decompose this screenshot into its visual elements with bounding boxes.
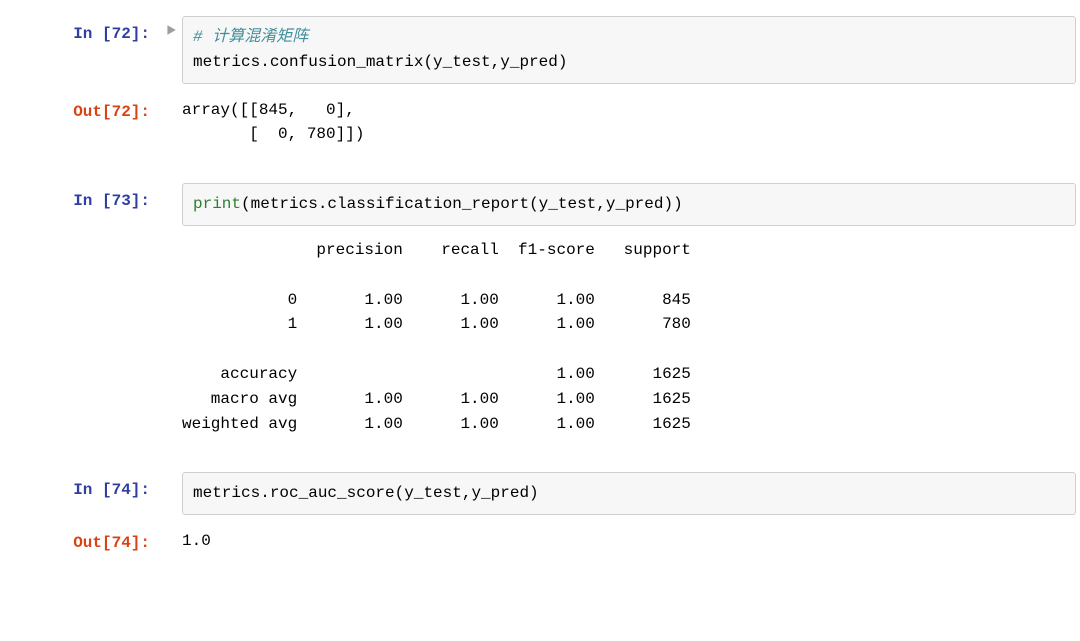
cell-73-input-row: In [73]: print(metrics.classification_re… [0, 183, 1080, 226]
code-rest: (metrics.classification_report(y_test,y_… [241, 195, 683, 213]
cell-74-output-row: Out[74]: 1.0 [0, 525, 1080, 561]
output-gutter [160, 525, 182, 531]
output-gutter [160, 94, 182, 100]
code-fn: print [193, 195, 241, 213]
prompt-out-74: Out[74]: [0, 525, 160, 561]
code-editor-72[interactable]: # 计算混淆矩阵 metrics.confusion_matrix(y_test… [182, 16, 1076, 84]
cell-74-input-row: In [74]: metrics.roc_auc_score(y_test,y_… [0, 472, 1080, 515]
code-line: metrics.confusion_matrix(y_test,y_pred) [193, 53, 567, 71]
output-text-72: array([[845, 0], [ 0, 780]]) [182, 94, 1080, 152]
output-text-73: precision recall f1-score support 0 1.00… [182, 234, 1080, 440]
prompt-in-73: In [73]: [0, 183, 160, 219]
cell-spacer [0, 440, 1080, 466]
prompt-in-74: In [74]: [0, 472, 160, 508]
prompt-in-72: In [72]: [0, 16, 160, 52]
code-line: metrics.roc_auc_score(y_test,y_pred) [193, 484, 539, 502]
code-editor-73[interactable]: print(metrics.classification_report(y_te… [182, 183, 1076, 226]
input-gutter [160, 183, 182, 189]
cell-73-output-row: precision recall f1-score support 0 1.00… [0, 234, 1080, 440]
run-cell-button[interactable] [160, 16, 182, 36]
input-gutter [160, 472, 182, 478]
cell-72-input-row: In [72]: # 计算混淆矩阵 metrics.confusion_matr… [0, 16, 1080, 84]
play-icon [165, 24, 177, 36]
code-comment: # 计算混淆矩阵 [193, 28, 308, 46]
prompt-out-72: Out[72]: [0, 94, 160, 130]
output-gutter [160, 234, 182, 240]
cell-spacer [0, 151, 1080, 177]
cell-72-output-row: Out[72]: array([[845, 0], [ 0, 780]]) [0, 94, 1080, 152]
output-text-74: 1.0 [182, 525, 1080, 558]
code-editor-74[interactable]: metrics.roc_auc_score(y_test,y_pred) [182, 472, 1076, 515]
notebook: In [72]: # 计算混淆矩阵 metrics.confusion_matr… [0, 0, 1080, 581]
prompt-empty-73 [0, 234, 160, 246]
